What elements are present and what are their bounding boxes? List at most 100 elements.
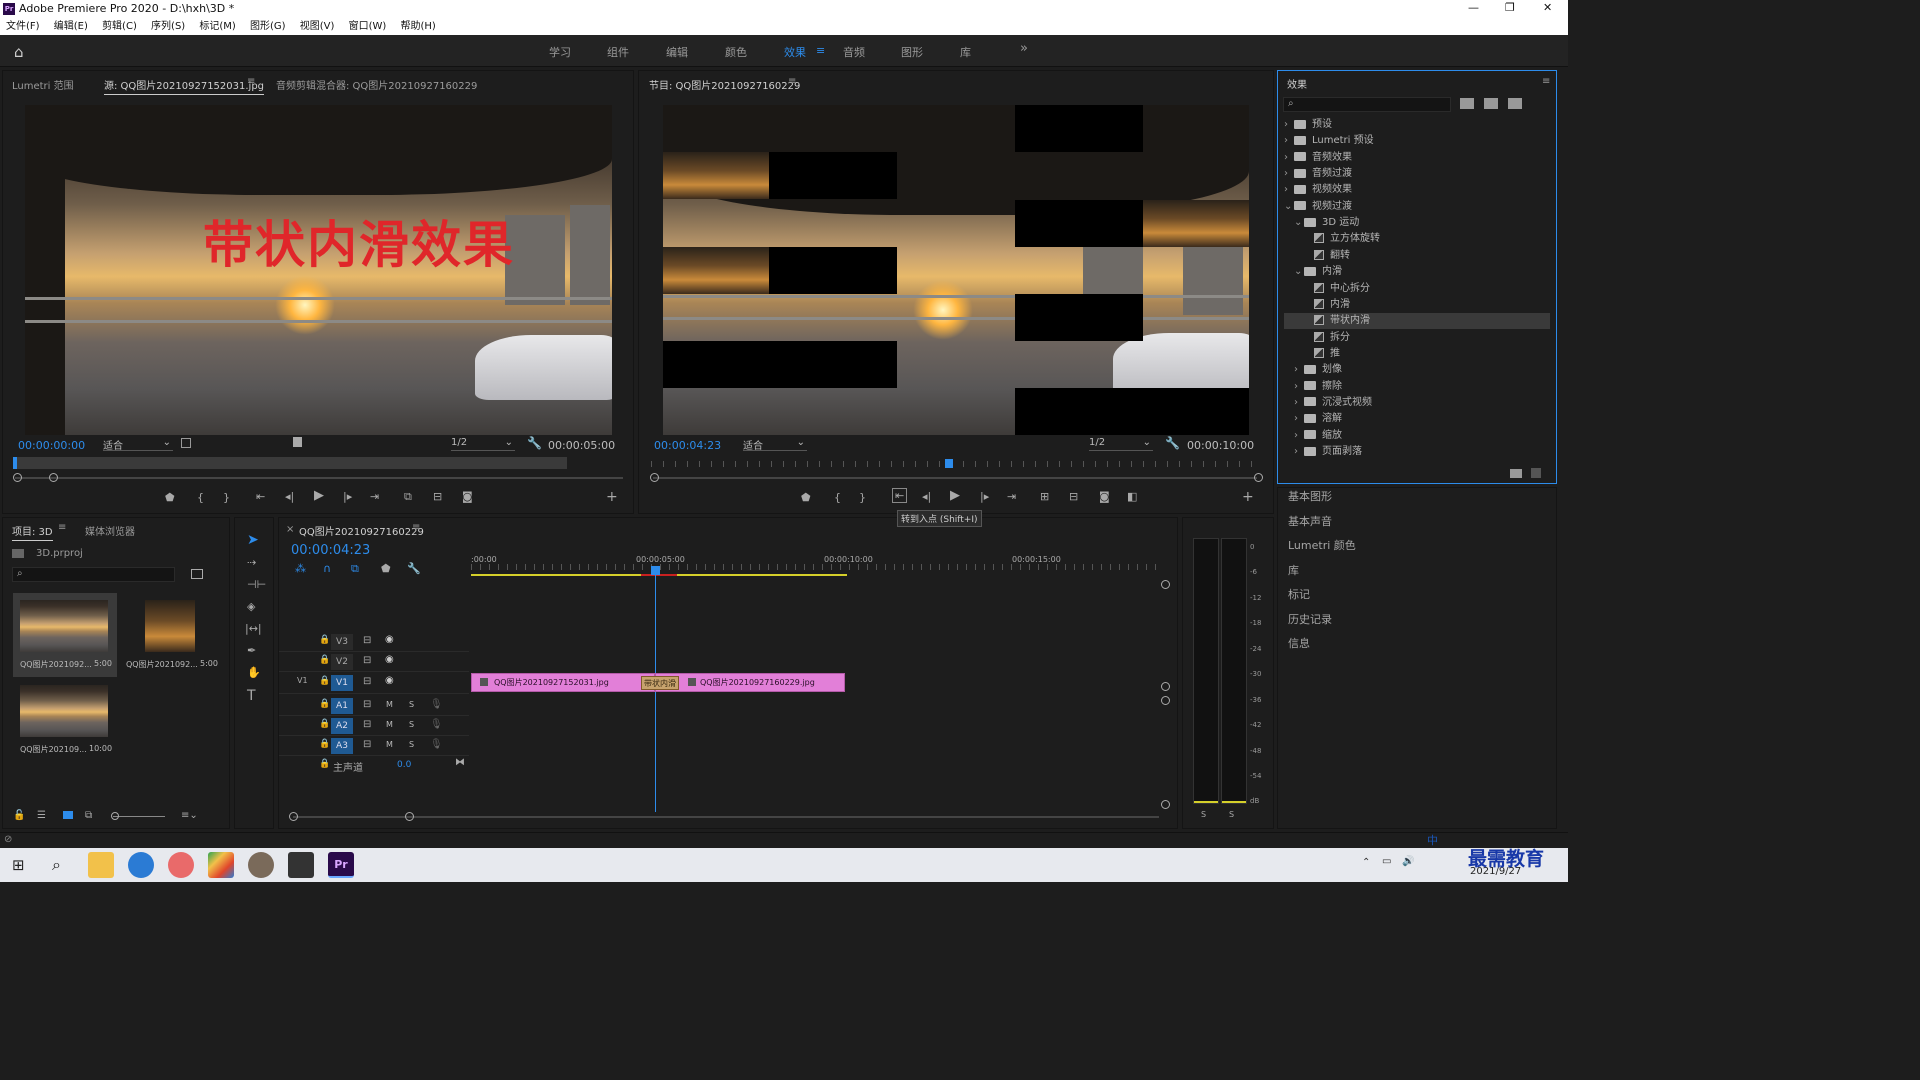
lift-icon[interactable]: ⊞: [1040, 490, 1049, 503]
effect-folder[interactable]: ⌄ 视频过渡: [1284, 199, 1550, 215]
go-to-in-icon[interactable]: ⇤: [892, 488, 908, 503]
add-marker-icon[interactable]: ⬟: [165, 491, 175, 504]
photos-icon[interactable]: [288, 852, 314, 878]
scroll-handle-mid2[interactable]: [1161, 696, 1170, 705]
program-zoom-scrollbar[interactable]: [653, 477, 1257, 479]
video-clip[interactable]: QQ图片20210927152031.jpg: [471, 673, 655, 692]
effect-folder[interactable]: › 擦除: [1284, 379, 1550, 395]
chevron-right-icon[interactable]: ›: [1284, 117, 1294, 133]
hand-tool-icon[interactable]: ✋: [247, 666, 261, 679]
sync-lock-icon[interactable]: ⊟: [363, 719, 371, 730]
ripple-edit-tool-icon[interactable]: ⊣⊢: [247, 578, 266, 591]
menu-window[interactable]: 窗口(W): [349, 21, 387, 32]
program-playhead-timecode[interactable]: 00:00:04:23: [654, 439, 721, 452]
camera-icon[interactable]: ◙: [1099, 490, 1110, 503]
workspace-effects[interactable]: 效果: [784, 44, 806, 60]
panel-libraries[interactable]: 库: [1288, 562, 1299, 578]
windows-start-icon[interactable]: ⊞: [12, 856, 25, 874]
add-marker-icon[interactable]: ⬟: [801, 491, 811, 504]
menu-file[interactable]: 文件(F): [6, 21, 40, 32]
home-icon[interactable]: ⌂: [14, 43, 24, 61]
workspace-editing[interactable]: 编辑: [666, 44, 688, 60]
sync-lock-icon[interactable]: ⊟: [363, 739, 371, 750]
track-select-tool-icon[interactable]: ⇢: [247, 556, 256, 569]
effect-item[interactable]: 推: [1284, 346, 1550, 362]
video-clip[interactable]: QQ图片20210927160229.jpg: [655, 673, 845, 692]
step-forward-icon[interactable]: |▸: [980, 490, 989, 503]
extract-icon[interactable]: ⊟: [1069, 490, 1078, 503]
scroll-handle-top[interactable]: [1161, 580, 1170, 589]
more-workspaces-icon[interactable]: »: [1020, 41, 1028, 56]
add-marker-icon[interactable]: ⬟: [381, 562, 391, 575]
tab-menu-icon[interactable]: ≡: [412, 522, 420, 533]
mark-in-icon[interactable]: {: [834, 491, 841, 504]
yuv-effects-icon[interactable]: [1508, 98, 1522, 109]
ime-indicator[interactable]: 中: [1427, 832, 1438, 848]
workspace-color[interactable]: 颜色: [725, 44, 747, 60]
go-to-out-icon[interactable]: ⇥: [1007, 490, 1016, 503]
close-button[interactable]: ✕: [1543, 1, 1552, 14]
sync-lock-icon[interactable]: ⊟: [363, 635, 371, 646]
panel-markers[interactable]: 标记: [1288, 586, 1310, 602]
mark-in-icon[interactable]: {: [197, 491, 204, 504]
type-tool-icon[interactable]: T: [247, 688, 256, 704]
list-view-icon[interactable]: ☰: [37, 810, 46, 821]
chevron-right-icon[interactable]: ›: [1294, 362, 1304, 378]
lock-icon[interactable]: 🔒: [319, 635, 330, 645]
time-ruler[interactable]: :00:00 00:00:05:00 00:00:10:00 00:00:15:…: [471, 552, 1161, 578]
effect-item[interactable]: 中心拆分: [1284, 281, 1550, 297]
effect-folder[interactable]: › 沉浸式视频: [1284, 395, 1550, 411]
master-volume[interactable]: 0.0: [397, 760, 411, 770]
microphone-icon[interactable]: 🎙: [430, 699, 443, 710]
zoom-handle-left[interactable]: [650, 473, 659, 482]
tab-menu-icon[interactable]: ≡: [58, 522, 66, 533]
go-to-in-icon[interactable]: ⇤: [256, 490, 265, 503]
zoom-handle-right[interactable]: [1254, 473, 1263, 482]
effects-panel-title[interactable]: 效果: [1287, 76, 1307, 91]
panel-lumetri-color[interactable]: Lumetri 颜色: [1288, 537, 1356, 553]
effect-folder[interactable]: › 预设: [1284, 117, 1550, 133]
solo-right-button[interactable]: S: [1229, 810, 1234, 819]
selection-tool-icon[interactable]: ➤: [247, 532, 259, 548]
minimize-button[interactable]: —: [1468, 1, 1479, 14]
workspace-menu-icon[interactable]: ≡: [816, 44, 825, 57]
effect-folder[interactable]: ⌄ 内滑: [1284, 264, 1550, 280]
play-icon[interactable]: ▶: [950, 488, 960, 503]
track-target-v2[interactable]: V2: [331, 654, 353, 670]
project-search-input[interactable]: ⌕: [12, 567, 175, 582]
app-icon[interactable]: [168, 852, 194, 878]
app-icon[interactable]: [208, 852, 234, 878]
menu-view[interactable]: 视图(V): [300, 21, 335, 32]
source-playhead-marker[interactable]: [13, 457, 17, 469]
program-playhead-marker[interactable]: [945, 459, 953, 468]
lock-icon[interactable]: 🔒: [319, 719, 330, 729]
go-to-end-icon[interactable]: ⧓: [455, 757, 465, 768]
solo-button[interactable]: S: [409, 720, 414, 729]
add-button-icon[interactable]: +: [606, 489, 618, 505]
volume-icon[interactable]: 🔊: [1402, 856, 1414, 867]
go-to-out-icon[interactable]: ⇥: [370, 490, 379, 503]
panel-essential-graphics[interactable]: 基本图形: [1288, 488, 1332, 504]
tab-source[interactable]: 源: QQ图片20210927152031.jpg: [104, 77, 265, 95]
effect-item[interactable]: 内滑: [1284, 297, 1550, 313]
linked-selection-icon[interactable]: ⧉: [351, 562, 359, 576]
add-button-icon[interactable]: +: [1242, 489, 1254, 505]
effect-folder[interactable]: › 溶解: [1284, 411, 1550, 427]
search-icon[interactable]: ⌕: [52, 855, 61, 875]
tab-media-browser[interactable]: 媒体浏览器: [85, 523, 135, 538]
timeline-timecode[interactable]: 00:00:04:23: [291, 543, 370, 558]
32bit-effects-icon[interactable]: [1484, 98, 1498, 109]
microphone-icon[interactable]: 🎙: [430, 719, 443, 730]
snap-icon[interactable]: ∩: [323, 562, 331, 575]
mark-out-icon[interactable]: }: [859, 491, 866, 504]
menu-sequence[interactable]: 序列(S): [151, 21, 185, 32]
workspace-assembly[interactable]: 组件: [607, 44, 629, 60]
zoom-handle-right[interactable]: [405, 812, 414, 821]
timeline-zoom-scrollbar[interactable]: [293, 816, 1159, 818]
tab-program[interactable]: 节目: QQ图片20210927160229: [649, 77, 800, 92]
microphone-icon[interactable]: 🎙: [430, 739, 443, 750]
lock-icon[interactable]: 🔒: [319, 655, 330, 665]
insert-icon[interactable]: ⧉: [404, 490, 412, 504]
track-target-a1[interactable]: A1: [331, 698, 353, 714]
workspace-audio[interactable]: 音频: [843, 44, 865, 60]
